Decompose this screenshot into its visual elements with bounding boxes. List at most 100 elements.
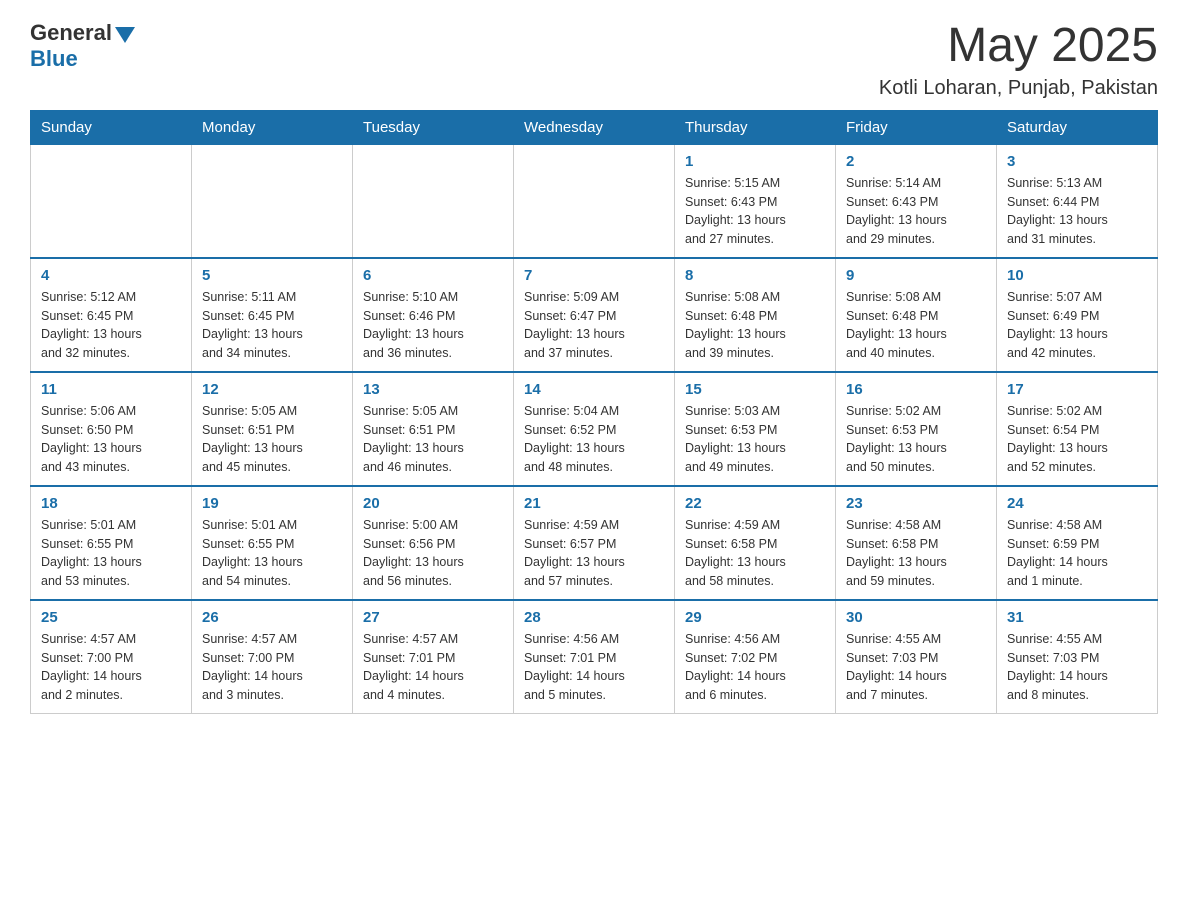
- day-info: Sunrise: 4:55 AMSunset: 7:03 PMDaylight:…: [1007, 630, 1147, 705]
- calendar-cell: 6 Sunrise: 5:10 AMSunset: 6:46 PMDaylight…: [353, 258, 514, 372]
- calendar-cell: 31 Sunrise: 4:55 AMSunset: 7:03 PMDayligh…: [997, 600, 1158, 714]
- day-number: 29: [685, 609, 825, 626]
- day-number: 5: [202, 267, 342, 284]
- month-year-title: May 2025: [879, 20, 1158, 73]
- calendar-cell: 28 Sunrise: 4:56 AMSunset: 7:01 PMDayligh…: [514, 600, 675, 714]
- calendar-cell: 9Sunrise: 5:08 AMSunset: 6:48 PMDaylight…: [836, 258, 997, 372]
- calendar-cell: 16 Sunrise: 5:02 AMSunset: 6:53 PMDayligh…: [836, 372, 997, 486]
- day-number: 4: [41, 267, 181, 284]
- calendar-cell: 18 Sunrise: 5:01 AMSunset: 6:55 PMDayligh…: [31, 486, 192, 600]
- day-info: Sunrise: 4:58 AMSunset: 6:58 PMDaylight:…: [846, 516, 986, 591]
- day-info: Sunrise: 4:57 AMSunset: 7:00 PMDaylight:…: [41, 630, 181, 705]
- day-info: Sunrise: 5:05 AMSunset: 6:51 PMDaylight:…: [363, 402, 503, 477]
- calendar-cell: 10Sunrise: 5:07 AMSunset: 6:49 PMDayligh…: [997, 258, 1158, 372]
- day-info: Sunrise: 5:11 AMSunset: 6:45 PMDaylight:…: [202, 288, 342, 363]
- calendar-cell: [192, 144, 353, 258]
- day-number: 13: [363, 381, 503, 398]
- calendar-cell: 5 Sunrise: 5:11 AMSunset: 6:45 PMDaylight…: [192, 258, 353, 372]
- calendar-cell: 27 Sunrise: 4:57 AMSunset: 7:01 PMDayligh…: [353, 600, 514, 714]
- calendar-cell: 21 Sunrise: 4:59 AMSunset: 6:57 PMDayligh…: [514, 486, 675, 600]
- calendar-week-row: 11 Sunrise: 5:06 AMSunset: 6:50 PMDayligh…: [31, 372, 1158, 486]
- weekday-header-sunday: Sunday: [31, 110, 192, 144]
- calendar-table: SundayMondayTuesdayWednesdayThursdayFrid…: [30, 110, 1158, 714]
- day-info: Sunrise: 4:57 AMSunset: 7:01 PMDaylight:…: [363, 630, 503, 705]
- day-info: Sunrise: 4:59 AMSunset: 6:57 PMDaylight:…: [524, 516, 664, 591]
- day-info: Sunrise: 4:59 AMSunset: 6:58 PMDaylight:…: [685, 516, 825, 591]
- day-number: 7: [524, 267, 664, 284]
- day-number: 26: [202, 609, 342, 626]
- calendar-cell: 30Sunrise: 4:55 AMSunset: 7:03 PMDayligh…: [836, 600, 997, 714]
- calendar-cell: 2Sunrise: 5:14 AMSunset: 6:43 PMDaylight…: [836, 144, 997, 258]
- weekday-header-tuesday: Tuesday: [353, 110, 514, 144]
- day-info: Sunrise: 5:12 AMSunset: 6:45 PMDaylight:…: [41, 288, 181, 363]
- calendar-cell: 20Sunrise: 5:00 AMSunset: 6:56 PMDayligh…: [353, 486, 514, 600]
- calendar-week-row: 25Sunrise: 4:57 AMSunset: 7:00 PMDayligh…: [31, 600, 1158, 714]
- day-number: 6: [363, 267, 503, 284]
- weekday-header-row: SundayMondayTuesdayWednesdayThursdayFrid…: [31, 110, 1158, 144]
- calendar-cell: 7 Sunrise: 5:09 AMSunset: 6:47 PMDaylight…: [514, 258, 675, 372]
- day-number: 28: [524, 609, 664, 626]
- day-number: 11: [41, 381, 181, 398]
- calendar-cell: [353, 144, 514, 258]
- day-info: Sunrise: 5:08 AMSunset: 6:48 PMDaylight:…: [846, 288, 986, 363]
- location-subtitle: Kotli Loharan, Punjab, Pakistan: [879, 77, 1158, 100]
- day-number: 24: [1007, 495, 1147, 512]
- calendar-cell: 23Sunrise: 4:58 AMSunset: 6:58 PMDayligh…: [836, 486, 997, 600]
- day-info: Sunrise: 5:02 AMSunset: 6:53 PMDaylight:…: [846, 402, 986, 477]
- logo-triangle-icon: [115, 27, 135, 43]
- calendar-cell: 19Sunrise: 5:01 AMSunset: 6:55 PMDayligh…: [192, 486, 353, 600]
- day-number: 21: [524, 495, 664, 512]
- day-number: 18: [41, 495, 181, 512]
- day-number: 15: [685, 381, 825, 398]
- day-number: 14: [524, 381, 664, 398]
- day-number: 3: [1007, 153, 1147, 170]
- day-number: 31: [1007, 609, 1147, 626]
- calendar-cell: 14 Sunrise: 5:04 AMSunset: 6:52 PMDayligh…: [514, 372, 675, 486]
- logo-general: General: [30, 20, 112, 46]
- weekday-header-wednesday: Wednesday: [514, 110, 675, 144]
- day-info: Sunrise: 5:10 AMSunset: 6:46 PMDaylight:…: [363, 288, 503, 363]
- weekday-header-thursday: Thursday: [675, 110, 836, 144]
- calendar-cell: 29 Sunrise: 4:56 AMSunset: 7:02 PMDayligh…: [675, 600, 836, 714]
- day-info: Sunrise: 5:09 AMSunset: 6:47 PMDaylight:…: [524, 288, 664, 363]
- calendar-cell: 13 Sunrise: 5:05 AMSunset: 6:51 PMDayligh…: [353, 372, 514, 486]
- day-info: Sunrise: 4:57 AMSunset: 7:00 PMDaylight:…: [202, 630, 342, 705]
- page-header: General Blue May 2025 Kotli Loharan, Pun…: [30, 20, 1158, 100]
- day-number: 1: [685, 153, 825, 170]
- calendar-cell: [514, 144, 675, 258]
- calendar-cell: 8Sunrise: 5:08 AMSunset: 6:48 PMDaylight…: [675, 258, 836, 372]
- calendar-cell: 15Sunrise: 5:03 AMSunset: 6:53 PMDayligh…: [675, 372, 836, 486]
- day-info: Sunrise: 5:02 AMSunset: 6:54 PMDaylight:…: [1007, 402, 1147, 477]
- calendar-week-row: 1 Sunrise: 5:15 AMSunset: 6:43 PMDaylight…: [31, 144, 1158, 258]
- weekday-header-monday: Monday: [192, 110, 353, 144]
- day-number: 17: [1007, 381, 1147, 398]
- day-info: Sunrise: 4:56 AMSunset: 7:02 PMDaylight:…: [685, 630, 825, 705]
- day-info: Sunrise: 5:08 AMSunset: 6:48 PMDaylight:…: [685, 288, 825, 363]
- day-info: Sunrise: 4:55 AMSunset: 7:03 PMDaylight:…: [846, 630, 986, 705]
- calendar-cell: 1 Sunrise: 5:15 AMSunset: 6:43 PMDaylight…: [675, 144, 836, 258]
- day-info: Sunrise: 5:04 AMSunset: 6:52 PMDaylight:…: [524, 402, 664, 477]
- day-info: Sunrise: 5:06 AMSunset: 6:50 PMDaylight:…: [41, 402, 181, 477]
- day-info: Sunrise: 5:14 AMSunset: 6:43 PMDaylight:…: [846, 174, 986, 249]
- day-number: 27: [363, 609, 503, 626]
- calendar-cell: 26 Sunrise: 4:57 AMSunset: 7:00 PMDayligh…: [192, 600, 353, 714]
- calendar-cell: 17 Sunrise: 5:02 AMSunset: 6:54 PMDayligh…: [997, 372, 1158, 486]
- calendar-cell: [31, 144, 192, 258]
- day-info: Sunrise: 5:01 AMSunset: 6:55 PMDaylight:…: [202, 516, 342, 591]
- calendar-cell: 24Sunrise: 4:58 AMSunset: 6:59 PMDayligh…: [997, 486, 1158, 600]
- logo: General Blue: [30, 20, 135, 72]
- calendar-cell: 22 Sunrise: 4:59 AMSunset: 6:58 PMDayligh…: [675, 486, 836, 600]
- weekday-header-friday: Friday: [836, 110, 997, 144]
- weekday-header-saturday: Saturday: [997, 110, 1158, 144]
- day-info: Sunrise: 5:15 AMSunset: 6:43 PMDaylight:…: [685, 174, 825, 249]
- day-info: Sunrise: 5:07 AMSunset: 6:49 PMDaylight:…: [1007, 288, 1147, 363]
- title-section: May 2025 Kotli Loharan, Punjab, Pakistan: [879, 20, 1158, 100]
- day-number: 22: [685, 495, 825, 512]
- calendar-week-row: 4 Sunrise: 5:12 AMSunset: 6:45 PMDaylight…: [31, 258, 1158, 372]
- calendar-cell: 12Sunrise: 5:05 AMSunset: 6:51 PMDayligh…: [192, 372, 353, 486]
- calendar-cell: 4 Sunrise: 5:12 AMSunset: 6:45 PMDaylight…: [31, 258, 192, 372]
- day-info: Sunrise: 4:56 AMSunset: 7:01 PMDaylight:…: [524, 630, 664, 705]
- day-number: 16: [846, 381, 986, 398]
- day-info: Sunrise: 5:01 AMSunset: 6:55 PMDaylight:…: [41, 516, 181, 591]
- day-info: Sunrise: 5:00 AMSunset: 6:56 PMDaylight:…: [363, 516, 503, 591]
